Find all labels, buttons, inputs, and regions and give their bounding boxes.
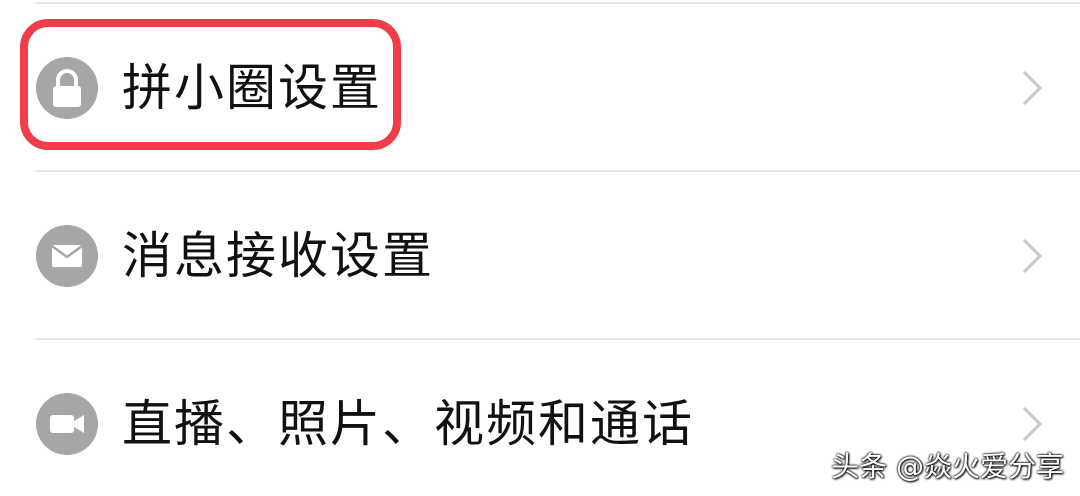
- settings-screen: 拼小圈设置 消息接收设置 直播、照片、视频和通话 头条 @焱火爱分享: [0, 0, 1080, 496]
- settings-item-label: 直播、照片、视频和通话: [122, 395, 694, 453]
- highlight-annotation-box: [20, 19, 401, 150]
- video-camera-icon: [36, 393, 98, 455]
- watermark-text: 头条 @焱火爱分享: [831, 450, 1064, 483]
- chevron-right-icon: [1020, 236, 1044, 276]
- settings-item-message-receive[interactable]: 消息接收设置: [0, 172, 1080, 340]
- envelope-icon: [36, 225, 98, 287]
- chevron-right-icon: [1020, 68, 1044, 108]
- chevron-right-icon: [1020, 404, 1044, 444]
- settings-item-label: 消息接收设置: [122, 227, 434, 285]
